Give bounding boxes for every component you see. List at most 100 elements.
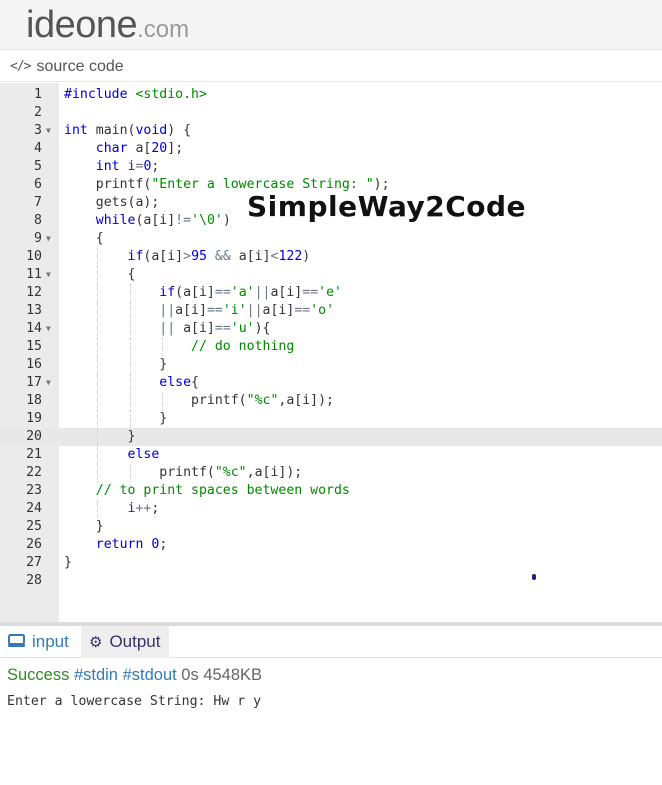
line-number: 10 xyxy=(26,249,42,264)
code-text: ||a[i]=='i'||a[i]=='o' xyxy=(159,303,335,318)
ideone-logo[interactable]: ideone.com xyxy=(26,3,189,55)
fold-arrow-icon[interactable]: ▼ xyxy=(46,374,51,392)
code-text: int i=0; xyxy=(95,159,160,174)
code-line[interactable]: 10 if(a[i]>95 && a[i]<122) xyxy=(0,248,662,266)
code-line[interactable]: 14 ▼ || a[i]=='u'){ xyxy=(0,320,662,338)
code-line[interactable]: 15 // do nothing xyxy=(0,338,662,356)
code-line[interactable]: 4 char a[20]; xyxy=(0,140,662,158)
code-line[interactable]: 26 return 0; xyxy=(0,536,662,554)
code-text: printf("%c",a[i]); xyxy=(64,393,334,408)
code-text: else xyxy=(127,447,160,462)
code-text: } xyxy=(64,519,104,534)
line-number: 24 xyxy=(26,501,42,516)
code-text: { xyxy=(64,267,136,282)
code-line[interactable]: 9 ▼ { xyxy=(0,230,662,248)
stdout-link[interactable]: #stdout xyxy=(123,666,177,684)
code-text: return 0; xyxy=(95,537,168,552)
io-tabs: input ⚙ Output xyxy=(0,626,662,658)
code-text: i++; xyxy=(64,501,160,516)
line-number: 1 xyxy=(34,87,42,102)
line-number: 9 xyxy=(34,231,42,246)
line-number: 22 xyxy=(26,465,42,480)
code-text: printf("%c",a[i]); xyxy=(64,465,303,480)
line-number: 27 xyxy=(26,555,42,570)
code-text: // to print spaces between words xyxy=(95,483,350,498)
code-line[interactable]: 25 } xyxy=(0,518,662,536)
fold-arrow-icon[interactable]: ▼ xyxy=(46,122,51,140)
site-header: ideone.com xyxy=(0,0,662,50)
stdin-link[interactable]: #stdin xyxy=(74,666,118,684)
line-number: 23 xyxy=(26,483,42,498)
fold-arrow-icon[interactable]: ▼ xyxy=(46,230,51,248)
line-number: 25 xyxy=(26,519,42,534)
code-line[interactable]: 2 xyxy=(0,104,662,122)
code-line[interactable]: 19 } xyxy=(0,410,662,428)
line-number: 6 xyxy=(34,177,42,192)
code-text: } xyxy=(64,429,136,444)
code-brackets-icon: </> xyxy=(10,59,32,74)
logo-main-text: ideone xyxy=(26,4,138,46)
code-editor[interactable]: 1 #include <stdio.h> 2 3 ▼ int main(void) {4 … xyxy=(0,83,662,623)
code-line[interactable]: 24 i++; xyxy=(0,500,662,518)
code-line[interactable]: 5 int i=0; xyxy=(0,158,662,176)
code-line[interactable]: 20 } xyxy=(0,428,662,446)
code-line[interactable]: 23 // to print spaces between words xyxy=(0,482,662,500)
code-line[interactable]: 13 ||a[i]=='i'||a[i]=='o' xyxy=(0,302,662,320)
keyboard-icon xyxy=(8,633,25,651)
code-line[interactable]: 18 printf("%c",a[i]); xyxy=(0,392,662,410)
line-number: 26 xyxy=(26,537,42,552)
code-text: } xyxy=(64,411,168,426)
run-time: 0s xyxy=(181,666,199,684)
code-line[interactable]: 3 ▼ int main(void) { xyxy=(0,122,662,140)
memory-usage: 4548KB xyxy=(203,666,263,684)
line-number: 17 xyxy=(26,375,42,390)
code-line[interactable]: 16 } xyxy=(0,356,662,374)
line-number: 15 xyxy=(26,339,42,354)
line-number: 16 xyxy=(26,357,42,372)
line-number: 5 xyxy=(34,159,42,174)
code-line[interactable]: 22 printf("%c",a[i]); xyxy=(0,464,662,482)
code-line[interactable]: 12 if(a[i]=='a'||a[i]=='e' xyxy=(0,284,662,302)
run-status: Success #stdin #stdout 0s 4548KB xyxy=(7,666,262,685)
source-code-bar: </> source code xyxy=(0,52,662,82)
code-lines[interactable]: 1 #include <stdio.h> 2 3 ▼ int main(void) {4 … xyxy=(0,86,662,590)
tab-input[interactable]: input xyxy=(8,626,69,658)
code-text: #include <stdio.h> xyxy=(64,87,207,102)
tab-input-label: input xyxy=(32,632,69,651)
code-text: if(a[i]>95 && a[i]<122) xyxy=(127,249,311,264)
line-number: 13 xyxy=(26,303,42,318)
line-number: 28 xyxy=(26,573,42,588)
tab-output-label: Output xyxy=(109,632,161,651)
stray-mark xyxy=(532,574,536,580)
code-line[interactable]: 17 ▼ else{ xyxy=(0,374,662,392)
source-code-label: source code xyxy=(36,57,124,75)
fold-arrow-icon[interactable]: ▼ xyxy=(46,266,51,284)
tab-output[interactable]: ⚙ Output xyxy=(81,626,169,658)
code-line[interactable]: 11 ▼ { xyxy=(0,266,662,284)
line-number: 19 xyxy=(26,411,42,426)
code-text: } xyxy=(64,555,72,570)
code-text: int main(void) { xyxy=(64,123,192,138)
code-text: // do nothing xyxy=(191,339,295,354)
logo-tld-text: .com xyxy=(137,16,190,43)
fold-arrow-icon[interactable]: ▼ xyxy=(46,320,51,338)
line-number: 3 xyxy=(34,123,42,138)
line-number: 21 xyxy=(26,447,42,462)
code-line[interactable]: 28 xyxy=(0,572,662,590)
code-line[interactable]: 21 else xyxy=(0,446,662,464)
code-line[interactable]: 27} xyxy=(0,554,662,572)
status-result: Success xyxy=(7,666,70,684)
code-text: else{ xyxy=(159,375,199,390)
code-text: } xyxy=(64,357,168,372)
stdout-output: Enter a lowercase String: Hw r y xyxy=(7,694,262,709)
line-number: 8 xyxy=(34,213,42,228)
line-number: 2 xyxy=(34,105,42,120)
code-line[interactable]: 1 #include <stdio.h> xyxy=(0,86,662,104)
line-number: 7 xyxy=(34,195,42,210)
code-text: char a[20]; xyxy=(95,141,184,156)
line-number: 20 xyxy=(26,429,42,444)
line-number: 14 xyxy=(26,321,42,336)
line-number: 4 xyxy=(34,141,42,156)
watermark-text: SimpleWay2Code xyxy=(247,190,527,223)
code-text: || a[i]=='u'){ xyxy=(159,321,271,336)
